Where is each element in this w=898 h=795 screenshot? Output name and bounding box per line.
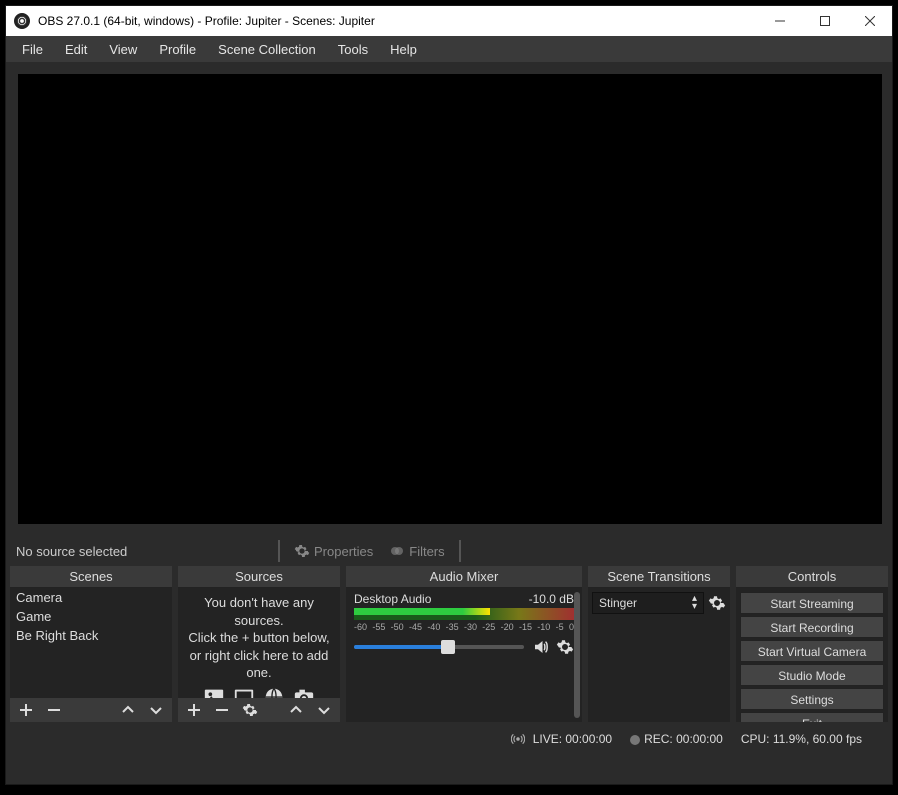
- menu-profile[interactable]: Profile: [149, 39, 206, 60]
- remove-scene-button[interactable]: [42, 699, 66, 721]
- statusbar: LIVE: 00:00:00 REC: 00:00:00 CPU: 11.9%,…: [6, 726, 892, 752]
- minimize-button[interactable]: [757, 6, 802, 36]
- scene-item[interactable]: Game: [10, 607, 172, 626]
- titlebar: OBS 27.0.1 (64-bit, windows) - Profile: …: [6, 6, 892, 36]
- transitions-header: Scene Transitions: [588, 566, 730, 588]
- meter-ticks: -60-55-50-45-40-35-30-25-20-15-10-50: [354, 622, 574, 632]
- controls-panel: Controls Start Streaming Start Recording…: [736, 566, 888, 722]
- track-db: -10.0 dB: [529, 592, 574, 606]
- sources-panel: Sources You don't have any sources. Clic…: [178, 566, 340, 722]
- volume-slider[interactable]: [354, 645, 524, 649]
- live-status: LIVE: 00:00:00: [533, 732, 612, 746]
- studio-mode-button[interactable]: Studio Mode: [740, 664, 884, 686]
- scene-item[interactable]: Be Right Back: [10, 626, 172, 645]
- transition-settings-button[interactable]: [708, 594, 726, 612]
- source-settings-button[interactable]: [238, 699, 262, 721]
- remove-source-button[interactable]: [210, 699, 234, 721]
- audio-track: Desktop Audio -10.0 dB -60-55-50-45-40-3…: [346, 588, 582, 660]
- monitor-icon: [232, 686, 256, 698]
- start-streaming-button[interactable]: Start Streaming: [740, 592, 884, 614]
- menubar: File Edit View Profile Scene Collection …: [6, 36, 892, 62]
- add-scene-button[interactable]: [14, 699, 38, 721]
- move-scene-up-button[interactable]: [116, 699, 140, 721]
- menu-file[interactable]: File: [12, 39, 53, 60]
- sources-empty-icons: [182, 686, 336, 698]
- preview-canvas[interactable]: [18, 74, 882, 524]
- start-recording-button[interactable]: Start Recording: [740, 616, 884, 638]
- track-settings-button[interactable]: [556, 638, 574, 656]
- source-status-text: No source selected: [12, 544, 272, 559]
- audio-meter: [354, 608, 574, 620]
- chevron-updown-icon: ▴▾: [692, 595, 697, 611]
- add-source-button[interactable]: [182, 699, 206, 721]
- menu-scene-collection[interactable]: Scene Collection: [208, 39, 326, 60]
- camera-icon: [292, 686, 316, 698]
- scenes-list[interactable]: Camera Game Be Right Back: [10, 588, 172, 698]
- rec-status: REC: 00:00:00: [644, 732, 723, 746]
- globe-icon: [262, 686, 286, 698]
- menu-edit[interactable]: Edit: [55, 39, 97, 60]
- sources-empty-text: You don't have any sources.: [182, 594, 336, 629]
- properties-label: Properties: [314, 544, 373, 559]
- close-button[interactable]: [847, 6, 892, 36]
- sources-list[interactable]: You don't have any sources. Click the + …: [178, 588, 340, 698]
- window-title: OBS 27.0.1 (64-bit, windows) - Profile: …: [38, 14, 757, 28]
- transition-select[interactable]: Stinger ▴▾: [592, 592, 704, 614]
- scenes-panel: Scenes Camera Game Be Right Back: [10, 566, 172, 722]
- transitions-panel: Scene Transitions Stinger ▴▾: [588, 566, 730, 722]
- preview-area: [6, 62, 892, 536]
- audio-mixer-panel: Audio Mixer Desktop Audio -10.0 dB -60-5…: [346, 566, 582, 722]
- source-toolbar: No source selected Properties Filters: [6, 536, 892, 566]
- filters-button[interactable]: Filters: [381, 541, 452, 561]
- app-icon: [14, 13, 30, 29]
- exit-button[interactable]: Exit: [740, 712, 884, 722]
- move-scene-down-button[interactable]: [144, 699, 168, 721]
- scenes-header: Scenes: [10, 566, 172, 588]
- menu-tools[interactable]: Tools: [328, 39, 378, 60]
- sources-empty-text: Click the + button below,: [182, 629, 336, 647]
- controls-header: Controls: [736, 566, 888, 588]
- mixer-scrollbar[interactable]: [574, 592, 580, 718]
- sources-header: Sources: [178, 566, 340, 588]
- record-dot-icon: [630, 735, 640, 745]
- speaker-icon[interactable]: [532, 638, 550, 656]
- sources-empty-text: or right click here to add one.: [182, 647, 336, 682]
- track-name: Desktop Audio: [354, 592, 431, 606]
- transition-selected: Stinger: [599, 596, 637, 610]
- move-source-down-button[interactable]: [312, 699, 336, 721]
- move-source-up-button[interactable]: [284, 699, 308, 721]
- cpu-status: CPU: 11.9%, 60.00 fps: [741, 732, 862, 746]
- properties-button[interactable]: Properties: [286, 541, 381, 561]
- filters-label: Filters: [409, 544, 444, 559]
- image-icon: [202, 686, 226, 698]
- maximize-button[interactable]: [802, 6, 847, 36]
- menu-view[interactable]: View: [99, 39, 147, 60]
- menu-help[interactable]: Help: [380, 39, 427, 60]
- scene-item[interactable]: Camera: [10, 588, 172, 607]
- mixer-header: Audio Mixer: [346, 566, 582, 588]
- start-virtual-camera-button[interactable]: Start Virtual Camera: [740, 640, 884, 662]
- settings-button[interactable]: Settings: [740, 688, 884, 710]
- broadcast-icon: [511, 732, 525, 746]
